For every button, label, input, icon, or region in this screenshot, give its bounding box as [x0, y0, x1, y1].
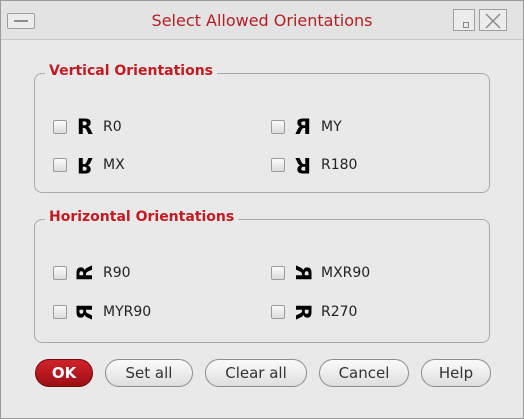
checkbox-mxr90[interactable] [271, 266, 285, 280]
ok-button[interactable]: OK [35, 359, 93, 387]
checkbox-myr90[interactable] [53, 305, 67, 319]
option-label-mx: MX [103, 157, 125, 173]
checkbox-my[interactable] [271, 120, 285, 134]
dialog-window: Select Allowed Orientations Vertical Ori… [0, 0, 524, 419]
orientation-mx-icon: R [76, 153, 94, 177]
orientation-r90-icon: R [73, 264, 97, 282]
option-label-r0: R0 [103, 119, 122, 135]
option-label-r270: R270 [321, 304, 358, 320]
title-bar[interactable]: Select Allowed Orientations [1, 1, 523, 40]
checkbox-r180[interactable] [271, 158, 285, 172]
checkbox-r90[interactable] [53, 266, 67, 280]
cancel-button[interactable]: Cancel [319, 359, 409, 387]
checkbox-mx[interactable] [53, 158, 67, 172]
orientation-r180-icon: R [294, 153, 312, 177]
option-label-r180: R180 [321, 157, 358, 173]
checkbox-r270[interactable] [271, 305, 285, 319]
vertical-orientations-legend: Vertical Orientations [45, 63, 217, 79]
help-button[interactable]: Help [421, 359, 491, 387]
set-all-button[interactable]: Set all [105, 359, 193, 387]
option-label-mxr90: MXR90 [321, 265, 371, 281]
checkbox-r0[interactable] [53, 120, 67, 134]
orientation-r0-icon: R [76, 115, 94, 139]
horizontal-orientations-legend: Horizontal Orientations [45, 209, 239, 225]
option-label-my: MY [321, 119, 342, 135]
orientation-mxr90-icon: R [291, 264, 315, 282]
close-icon[interactable] [479, 9, 507, 31]
orientation-myr90-icon: R [73, 303, 97, 321]
vertical-orientations-group: Vertical Orientations R R0 R MY R MX R R… [34, 63, 490, 193]
clear-all-button[interactable]: Clear all [205, 359, 307, 387]
option-label-r90: R90 [103, 265, 131, 281]
orientation-my-icon: R [294, 115, 312, 139]
option-label-myr90: MYR90 [103, 304, 152, 320]
horizontal-orientations-group: Horizontal Orientations R R90 R MXR90 R … [34, 209, 490, 343]
minimize-icon[interactable] [453, 9, 475, 31]
dialog-title: Select Allowed Orientations [151, 11, 373, 30]
orientation-r270-icon: R [291, 303, 315, 321]
